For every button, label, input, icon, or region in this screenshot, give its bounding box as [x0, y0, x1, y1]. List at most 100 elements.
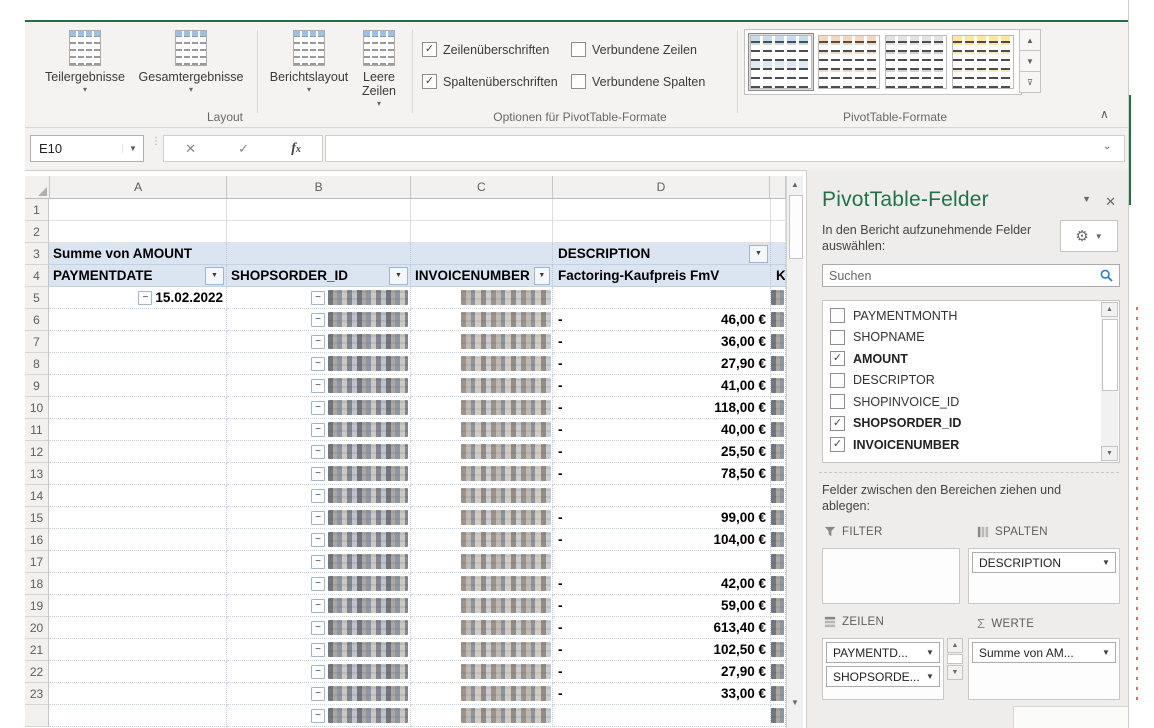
row-number[interactable]: 14 [25, 485, 49, 507]
scroll-down-icon[interactable]: ▼ [787, 694, 803, 711]
scroll-up-icon[interactable]: ▲ [947, 638, 963, 653]
collapse-outline-icon[interactable]: − [311, 665, 325, 679]
cell-D5[interactable] [553, 287, 771, 309]
cell-E19[interactable] [771, 595, 786, 617]
cell-E15[interactable] [771, 507, 786, 529]
cell-B12[interactable]: − [227, 441, 411, 463]
cell-D20[interactable]: -613,40 € [553, 617, 771, 639]
grand-totals-button[interactable]: Gesamtergebnisse ▾ [133, 30, 249, 94]
collapse-outline-icon[interactable]: − [311, 357, 325, 371]
cell-D8[interactable]: -27,90 € [553, 353, 771, 375]
collapse-outline-icon[interactable]: − [311, 489, 325, 503]
cell-D18[interactable]: -42,00 € [553, 573, 771, 595]
cell-A21[interactable] [49, 639, 227, 661]
column-header-D[interactable]: D [553, 176, 770, 198]
insert-function-icon[interactable]: fx [291, 141, 301, 157]
field-item-paymentmonth[interactable]: PAYMENTMONTH [823, 305, 1119, 327]
cell-E18[interactable] [771, 573, 786, 595]
banded-columns-checkbox[interactable]: Verbundene Spalten [571, 74, 705, 89]
row-number[interactable]: 3 [25, 243, 49, 265]
cell-C14[interactable] [411, 485, 553, 507]
cell-C5[interactable] [411, 287, 553, 309]
cell-D6[interactable]: -46,00 € [553, 309, 771, 331]
scroll-up-icon[interactable]: ▲ [787, 176, 803, 193]
cell-C20[interactable] [411, 617, 553, 639]
collapse-outline-icon[interactable]: − [311, 599, 325, 613]
name-box[interactable]: E10 ▼ [30, 135, 144, 162]
cell-A6[interactable] [49, 309, 227, 331]
cell-B21[interactable]: − [227, 639, 411, 661]
formula-bar-grip[interactable]: ⋮ [151, 139, 155, 157]
cell-D24[interactable] [553, 705, 771, 727]
cell-E2[interactable] [771, 221, 786, 243]
values-area-box[interactable]: Summe von AM...▼ [968, 638, 1120, 700]
cell-C13[interactable] [411, 463, 553, 485]
cell-D10[interactable]: -118,00 € [553, 397, 771, 419]
cell-B16[interactable]: − [227, 529, 411, 551]
field-pill[interactable]: PAYMENTD...▼ [826, 642, 940, 663]
cell-E4[interactable]: K [771, 265, 786, 287]
field-pill[interactable]: SHOPSORDE...▼ [826, 666, 940, 687]
checkbox-unchecked-icon[interactable] [830, 373, 845, 388]
cell-C11[interactable] [411, 419, 553, 441]
cell-E16[interactable] [771, 529, 786, 551]
cancel-icon[interactable]: ✕ [185, 141, 196, 157]
cell-A9[interactable] [49, 375, 227, 397]
cell-B17[interactable]: − [227, 551, 411, 573]
collapse-ribbon-icon[interactable]: ∧ [1100, 107, 1109, 121]
cell-B14[interactable]: − [227, 485, 411, 507]
cell-C3[interactable] [411, 243, 553, 265]
row-number[interactable]: 22 [25, 661, 49, 683]
cell-A14[interactable] [49, 485, 227, 507]
cell-D13[interactable]: -78,50 € [553, 463, 771, 485]
cell-B13[interactable]: − [227, 463, 411, 485]
collapse-outline-icon[interactable]: − [311, 577, 325, 591]
cell-C18[interactable] [411, 573, 553, 595]
cell-E20[interactable] [771, 617, 786, 639]
filter-dropdown-icon[interactable]: ▼ [534, 267, 550, 285]
row-number[interactable]: 8 [25, 353, 49, 375]
column-header-C[interactable]: C [411, 176, 553, 198]
row-number[interactable] [25, 705, 49, 727]
field-item-amount[interactable]: ✓AMOUNT [823, 348, 1119, 370]
column-header-A[interactable]: A [50, 176, 228, 198]
cell-A3[interactable]: Summe von AMOUNT [49, 243, 227, 265]
cell-A10[interactable] [49, 397, 227, 419]
row-number[interactable]: 12 [25, 441, 49, 463]
cell-E1[interactable] [771, 199, 786, 221]
collapse-outline-icon[interactable]: − [311, 335, 325, 349]
field-item-descriptor[interactable]: DESCRIPTOR [823, 370, 1119, 392]
cell-B18[interactable]: − [227, 573, 411, 595]
cell-A18[interactable] [49, 573, 227, 595]
row-number[interactable]: 6 [25, 309, 49, 331]
cell-C17[interactable] [411, 551, 553, 573]
row-number[interactable]: 4 [25, 265, 49, 287]
cell-A22[interactable] [49, 661, 227, 683]
column-header-E-partial[interactable] [770, 176, 786, 198]
field-item-invoicenumber[interactable]: ✓INVOICENUMBER [823, 434, 1119, 456]
cell-A24[interactable] [49, 705, 227, 727]
row-number[interactable]: 15 [25, 507, 49, 529]
checkbox-checked-icon[interactable]: ✓ [830, 437, 845, 452]
rows-area-box[interactable]: PAYMENTD...▼ SHOPSORDE...▼ [822, 638, 944, 700]
close-icon[interactable]: ✕ [1105, 194, 1116, 210]
cell-C12[interactable] [411, 441, 553, 463]
row-number[interactable]: 10 [25, 397, 49, 419]
cell-C15[interactable] [411, 507, 553, 529]
gallery-more-icon[interactable]: ⊽ [1019, 72, 1041, 93]
cell-B5[interactable]: − [227, 287, 411, 309]
cell-C23[interactable] [411, 683, 553, 705]
cell-A15[interactable] [49, 507, 227, 529]
scroll-down-icon[interactable]: ▼ [947, 665, 963, 680]
banded-rows-checkbox[interactable]: Verbundene Zeilen [571, 42, 697, 57]
cell-E12[interactable] [771, 441, 786, 463]
cell-A12[interactable] [49, 441, 227, 463]
search-input[interactable]: Suchen [822, 264, 1120, 287]
cell-C1[interactable] [411, 199, 553, 221]
collapse-outline-icon[interactable]: − [311, 401, 325, 415]
field-item-shopinvoice_id[interactable]: SHOPINVOICE_ID [823, 391, 1119, 413]
cell-E11[interactable] [771, 419, 786, 441]
checkbox-checked-icon[interactable]: ✓ [830, 351, 845, 366]
row-headers-checkbox[interactable]: ✓ Zeilenüberschriften [422, 42, 549, 57]
scrollbar-thumb[interactable] [947, 654, 963, 664]
